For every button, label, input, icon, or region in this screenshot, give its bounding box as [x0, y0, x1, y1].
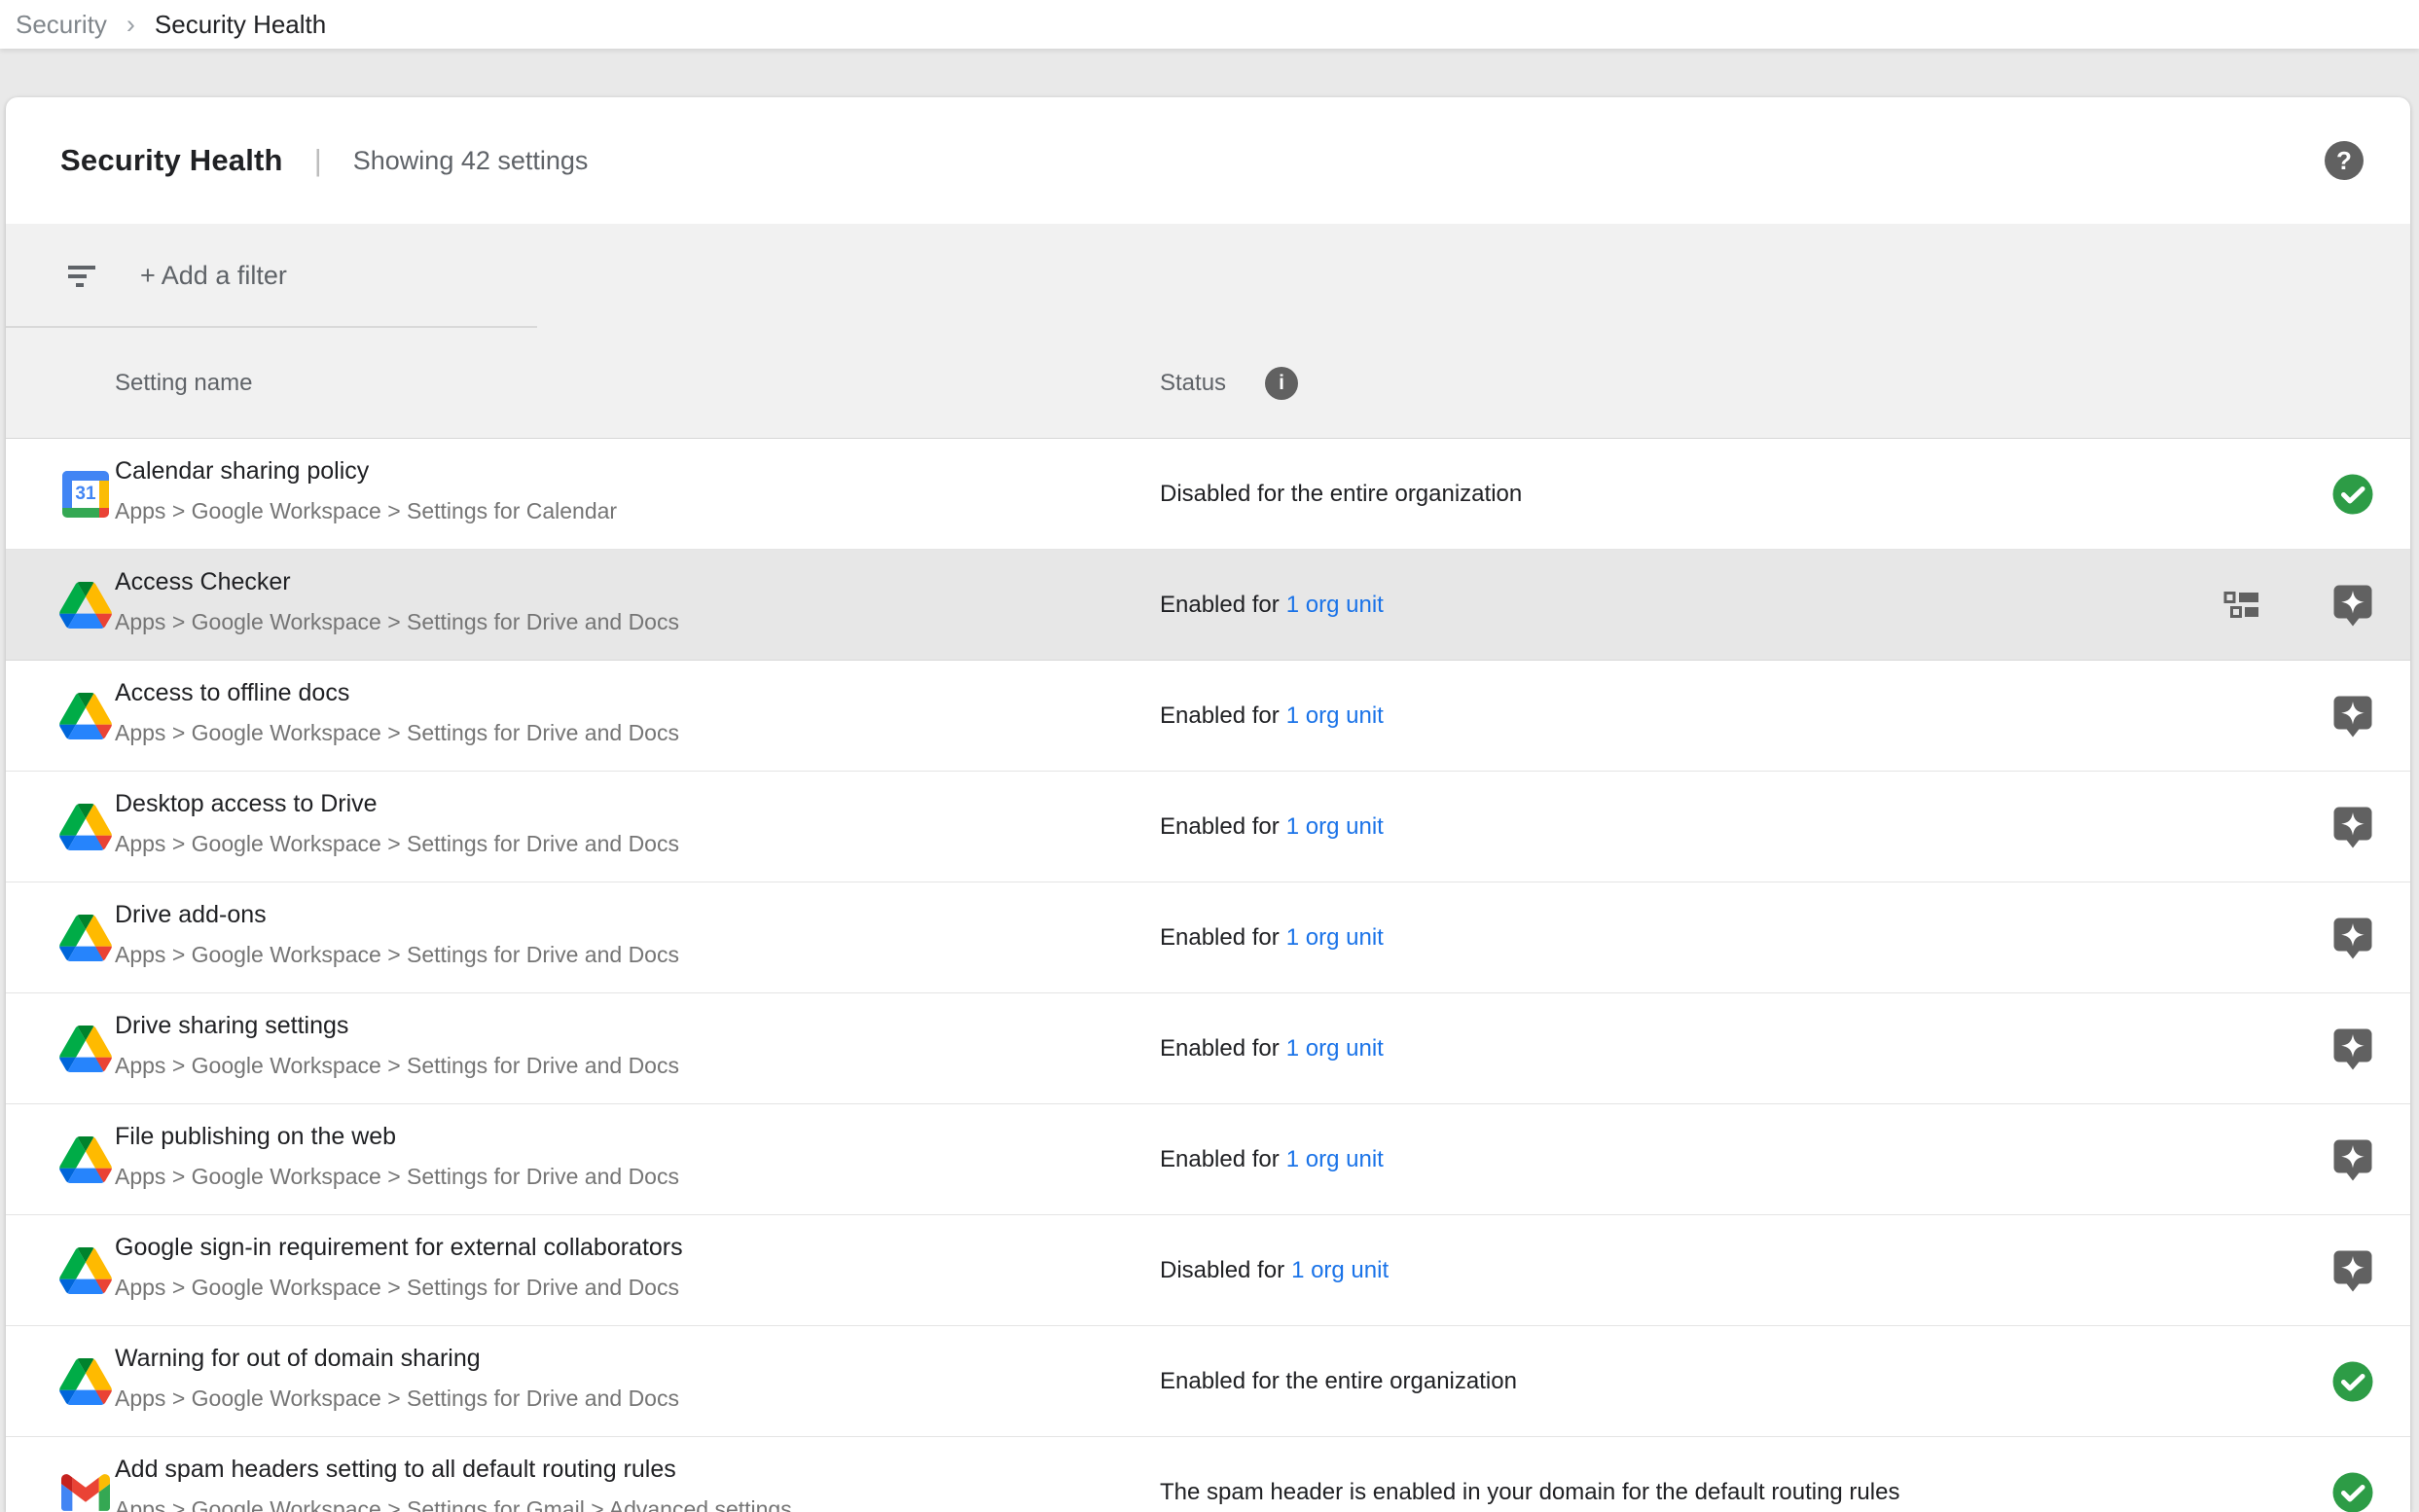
status-cell: Disabled for 1 org unit [1160, 1257, 1389, 1284]
column-header-status-label: Status [1160, 370, 1226, 397]
column-header-setting-name: Setting name [115, 370, 252, 397]
add-filter-label: + Add a filter [140, 261, 287, 291]
status-text: Enabled for [1160, 813, 1280, 840]
filter-and-header-section: + Add a filter Setting name Status i [6, 224, 2410, 439]
status-cell: Disabled for the entire organization [1160, 481, 1522, 508]
table-row[interactable]: Desktop access to Drive Apps > Google Wor… [6, 772, 2410, 882]
settings-table-body: 31Calendar sharing policy Apps > Google W… [6, 439, 2410, 1512]
org-unit-link[interactable]: 1 org unit [1286, 702, 1384, 729]
google-drive-icon [58, 1356, 113, 1407]
setting-path: Apps > Google Workspace > Settings for D… [115, 831, 679, 857]
table-row[interactable]: Google sign-in requirement for external … [6, 1215, 2410, 1326]
status-ok-check-icon [2330, 472, 2375, 517]
table-row[interactable]: Drive add-ons Apps > Google Workspace > S… [6, 882, 2410, 993]
setting-path: Apps > Google Workspace > Settings for D… [115, 720, 679, 746]
google-drive-icon [58, 1245, 113, 1296]
google-calendar-icon: 31 [58, 469, 113, 520]
setting-name: Warning for out of domain sharing [115, 1345, 481, 1373]
status-text: Enabled for the entire organization [1160, 1368, 1517, 1394]
breadcrumb-current: Security Health [155, 10, 326, 40]
status-cell: Enabled for1 org unit [1160, 1035, 1384, 1062]
breadcrumb-parent-link[interactable]: Security [16, 10, 107, 40]
status-cell: Enabled for the entire organization [1160, 1368, 1517, 1395]
org-unit-link[interactable]: 1 org unit [1286, 813, 1384, 840]
status-text: Enabled for [1160, 702, 1280, 729]
recommendation-badge-icon[interactable] [2330, 583, 2375, 628]
org-unit-link[interactable]: 1 org unit [1286, 924, 1384, 951]
setting-path: Apps > Google Workspace > Settings for D… [115, 1275, 679, 1301]
column-header-status: Status i [1160, 367, 1298, 400]
status-text: Enabled for [1160, 592, 1280, 618]
setting-path: Apps > Google Workspace > Settings for D… [115, 942, 679, 968]
setting-path: Apps > Google Workspace > Settings for G… [115, 1496, 792, 1512]
status-text: Disabled for the entire organization [1160, 481, 1522, 507]
recommendation-badge-icon[interactable] [2330, 1248, 2375, 1293]
recommendation-badge-icon[interactable] [2330, 1137, 2375, 1182]
setting-name: Access Checker [115, 568, 291, 596]
table-row[interactable]: Access to offline docs Apps > Google Work… [6, 661, 2410, 772]
setting-name: Google sign-in requirement for external … [115, 1234, 683, 1262]
setting-path: Apps > Google Workspace > Settings for C… [115, 498, 617, 524]
status-cell: Enabled for1 org unit [1160, 702, 1384, 730]
org-unit-link[interactable]: 1 org unit [1286, 1035, 1384, 1062]
security-health-card: Security Health | Showing 42 settings ? … [6, 97, 2410, 1512]
table-header-row: Setting name Status i [6, 328, 2410, 439]
status-cell: Enabled for1 org unit [1160, 592, 1384, 619]
breadcrumb: Security › Security Health [0, 0, 2419, 49]
gmail-icon [58, 1467, 113, 1512]
setting-path: Apps > Google Workspace > Settings for D… [115, 609, 679, 635]
status-ok-check-icon [2330, 1359, 2375, 1404]
settings-count: Showing 42 settings [353, 146, 589, 176]
status-text: Enabled for [1160, 1035, 1280, 1062]
status-cell: Enabled for1 org unit [1160, 924, 1384, 952]
recommendation-badge-icon[interactable] [2330, 1026, 2375, 1071]
title-divider: | [314, 143, 322, 178]
google-drive-icon [58, 691, 113, 741]
recommendation-badge-icon[interactable] [2330, 694, 2375, 738]
card-header: Security Health | Showing 42 settings ? [6, 97, 2410, 224]
setting-path: Apps > Google Workspace > Settings for D… [115, 1164, 679, 1190]
setting-name: Desktop access to Drive [115, 790, 378, 818]
status-text: The spam header is enabled in your domai… [1160, 1479, 1899, 1505]
setting-name: Drive sharing settings [115, 1012, 348, 1040]
google-drive-icon [58, 1134, 113, 1185]
recommendation-badge-icon[interactable] [2330, 916, 2375, 960]
info-icon[interactable]: i [1265, 367, 1298, 400]
status-cell: Enabled for1 org unit [1160, 1146, 1384, 1173]
table-row[interactable]: File publishing on the web Apps > Google … [6, 1104, 2410, 1215]
google-drive-icon [58, 580, 113, 630]
status-text: Enabled for [1160, 924, 1280, 951]
setting-name: Calendar sharing policy [115, 457, 369, 486]
status-text: Enabled for [1160, 1146, 1280, 1172]
help-icon[interactable]: ? [2325, 141, 2364, 180]
status-cell: The spam header is enabled in your domai… [1160, 1479, 1899, 1506]
setting-name: Drive add-ons [115, 901, 267, 929]
setting-name: File publishing on the web [115, 1123, 396, 1151]
setting-path: Apps > Google Workspace > Settings for D… [115, 1053, 679, 1079]
table-row[interactable]: Warning for out of domain sharing Apps > … [6, 1326, 2410, 1437]
recommendation-badge-icon[interactable] [2330, 805, 2375, 849]
google-drive-icon [58, 913, 113, 963]
table-row[interactable]: 31Calendar sharing policy Apps > Google W… [6, 439, 2410, 550]
status-text: Disabled for [1160, 1257, 1284, 1283]
setting-path: Apps > Google Workspace > Settings for D… [115, 1386, 679, 1412]
org-unit-link[interactable]: 1 org unit [1286, 1146, 1384, 1172]
status-ok-check-icon [2330, 1470, 2375, 1512]
google-drive-icon [58, 802, 113, 852]
google-drive-icon [58, 1024, 113, 1074]
table-row[interactable]: Access Checker Apps > Google Workspace > … [6, 550, 2410, 661]
org-unit-link[interactable]: 1 org unit [1291, 1257, 1389, 1283]
org-unit-link[interactable]: 1 org unit [1286, 592, 1384, 618]
table-row[interactable]: Drive sharing settings Apps > Google Work… [6, 993, 2410, 1104]
filter-list-icon [68, 266, 99, 287]
add-filter-button[interactable]: + Add a filter [6, 224, 2410, 328]
setting-name: Add spam headers setting to all default … [115, 1456, 676, 1484]
setting-name: Access to offline docs [115, 679, 349, 707]
page-title: Security Health [60, 143, 283, 178]
table-row[interactable]: Add spam headers setting to all default … [6, 1437, 2410, 1512]
chevron-right-icon: › [126, 10, 135, 40]
status-cell: Enabled for1 org unit [1160, 813, 1384, 841]
org-units-icon[interactable] [2223, 591, 2266, 620]
